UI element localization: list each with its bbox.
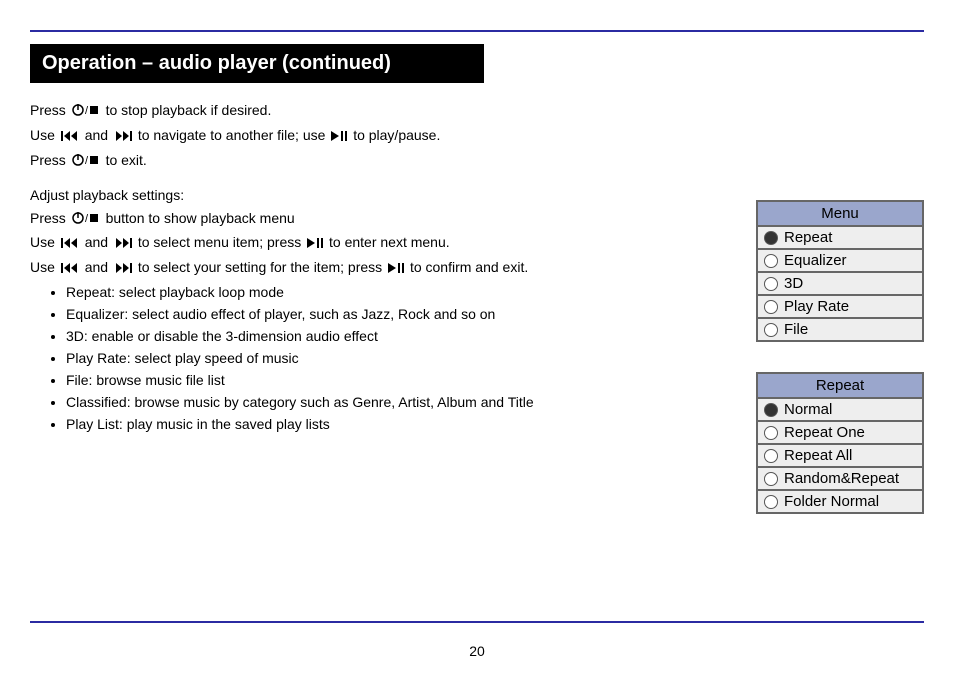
text: to select menu item; press: [138, 234, 305, 250]
menu-row: 3D: [758, 273, 922, 296]
menu-row-label: Normal: [784, 401, 832, 418]
subheading: Adjust playback settings:: [30, 186, 670, 205]
text: button to show playback menu: [106, 210, 295, 226]
play-pause-icon: [307, 235, 323, 254]
menu-row: Repeat One: [758, 422, 922, 445]
power-stop-icon: /: [72, 153, 100, 172]
radio-icon: [764, 495, 778, 509]
radio-icon: [764, 472, 778, 486]
text: Press: [30, 210, 70, 226]
text: Use: [30, 234, 59, 250]
menu-row: File: [758, 319, 922, 340]
text: to exit.: [106, 152, 147, 168]
text: and: [85, 259, 112, 275]
next-icon: [114, 235, 132, 254]
list-item: 3D: enable or disable the 3-dimension au…: [66, 327, 670, 346]
play-pause-icon: [388, 260, 404, 279]
text: Press: [30, 152, 70, 168]
next-icon: [114, 260, 132, 279]
radio-icon: [764, 426, 778, 440]
text: to select your setting for the item; pre…: [138, 259, 386, 275]
page-number: 20: [0, 643, 954, 659]
list-item: Repeat: select playback loop mode: [66, 283, 670, 302]
text: to play/pause.: [353, 127, 440, 143]
menu-row: Play Rate: [758, 296, 922, 319]
menu-row-label: 3D: [784, 275, 803, 292]
radio-icon: [764, 300, 778, 314]
bottom-rule: [30, 621, 924, 623]
radio-icon: [764, 277, 778, 291]
menu-title: Menu: [758, 202, 922, 227]
repeat-illustration: Repeat Normal Repeat One Repeat All Random&…: [756, 372, 924, 514]
prev-icon: [61, 235, 79, 254]
list-item: File: browse music file list: [66, 371, 670, 390]
text: to navigate to another file; use: [138, 127, 329, 143]
menu-illustration: Menu Repeat Equalizer 3D Play Rate File: [756, 200, 924, 342]
menu-row-label: Repeat All: [784, 447, 852, 464]
menu-row-label: Repeat One: [784, 424, 865, 441]
text: to confirm and exit.: [410, 259, 528, 275]
power-stop-icon: /: [72, 103, 100, 122]
menu-row-label: File: [784, 321, 808, 338]
menu-row: Repeat: [758, 227, 922, 250]
menu-row-label: Repeat: [784, 229, 832, 246]
body-text: Press / to stop playback if desired. Use…: [30, 83, 670, 433]
section-title: Operation – audio player (continued): [30, 44, 484, 83]
text: Use: [30, 259, 59, 275]
next-icon: [114, 128, 132, 147]
menu-title: Repeat: [758, 374, 922, 399]
text: to stop playback if desired.: [106, 102, 272, 118]
text: Press: [30, 102, 70, 118]
radio-icon: [764, 254, 778, 268]
list-item: Play Rate: select play speed of music: [66, 349, 670, 368]
play-pause-icon: [331, 128, 347, 147]
prev-icon: [61, 128, 79, 147]
menu-row: Folder Normal: [758, 491, 922, 512]
menu-row-label: Random&Repeat: [784, 470, 899, 487]
menu-row-label: Equalizer: [784, 252, 847, 269]
svg-text:/: /: [85, 155, 89, 167]
text: Use: [30, 127, 59, 143]
list-item: Play List: play music in the saved play …: [66, 415, 670, 434]
menu-row-label: Folder Normal: [784, 493, 879, 510]
radio-icon: [764, 231, 778, 245]
text: to enter next menu.: [329, 234, 450, 250]
text: and: [85, 127, 112, 143]
menu-row: Repeat All: [758, 445, 922, 468]
menu-row-label: Play Rate: [784, 298, 849, 315]
svg-text:/: /: [85, 213, 89, 225]
feature-list: Repeat: select playback loop mode Equali…: [30, 283, 670, 433]
list-item: Equalizer: select audio effect of player…: [66, 305, 670, 324]
menu-row: Random&Repeat: [758, 468, 922, 491]
menu-row: Equalizer: [758, 250, 922, 273]
power-stop-icon: /: [72, 211, 100, 230]
top-rule: [30, 30, 924, 32]
radio-icon: [764, 449, 778, 463]
text: and: [85, 234, 112, 250]
svg-text:/: /: [85, 105, 89, 117]
radio-icon: [764, 403, 778, 417]
radio-icon: [764, 323, 778, 337]
list-item: Classified: browse music by category suc…: [66, 393, 670, 412]
prev-icon: [61, 260, 79, 279]
menu-row: Normal: [758, 399, 922, 422]
